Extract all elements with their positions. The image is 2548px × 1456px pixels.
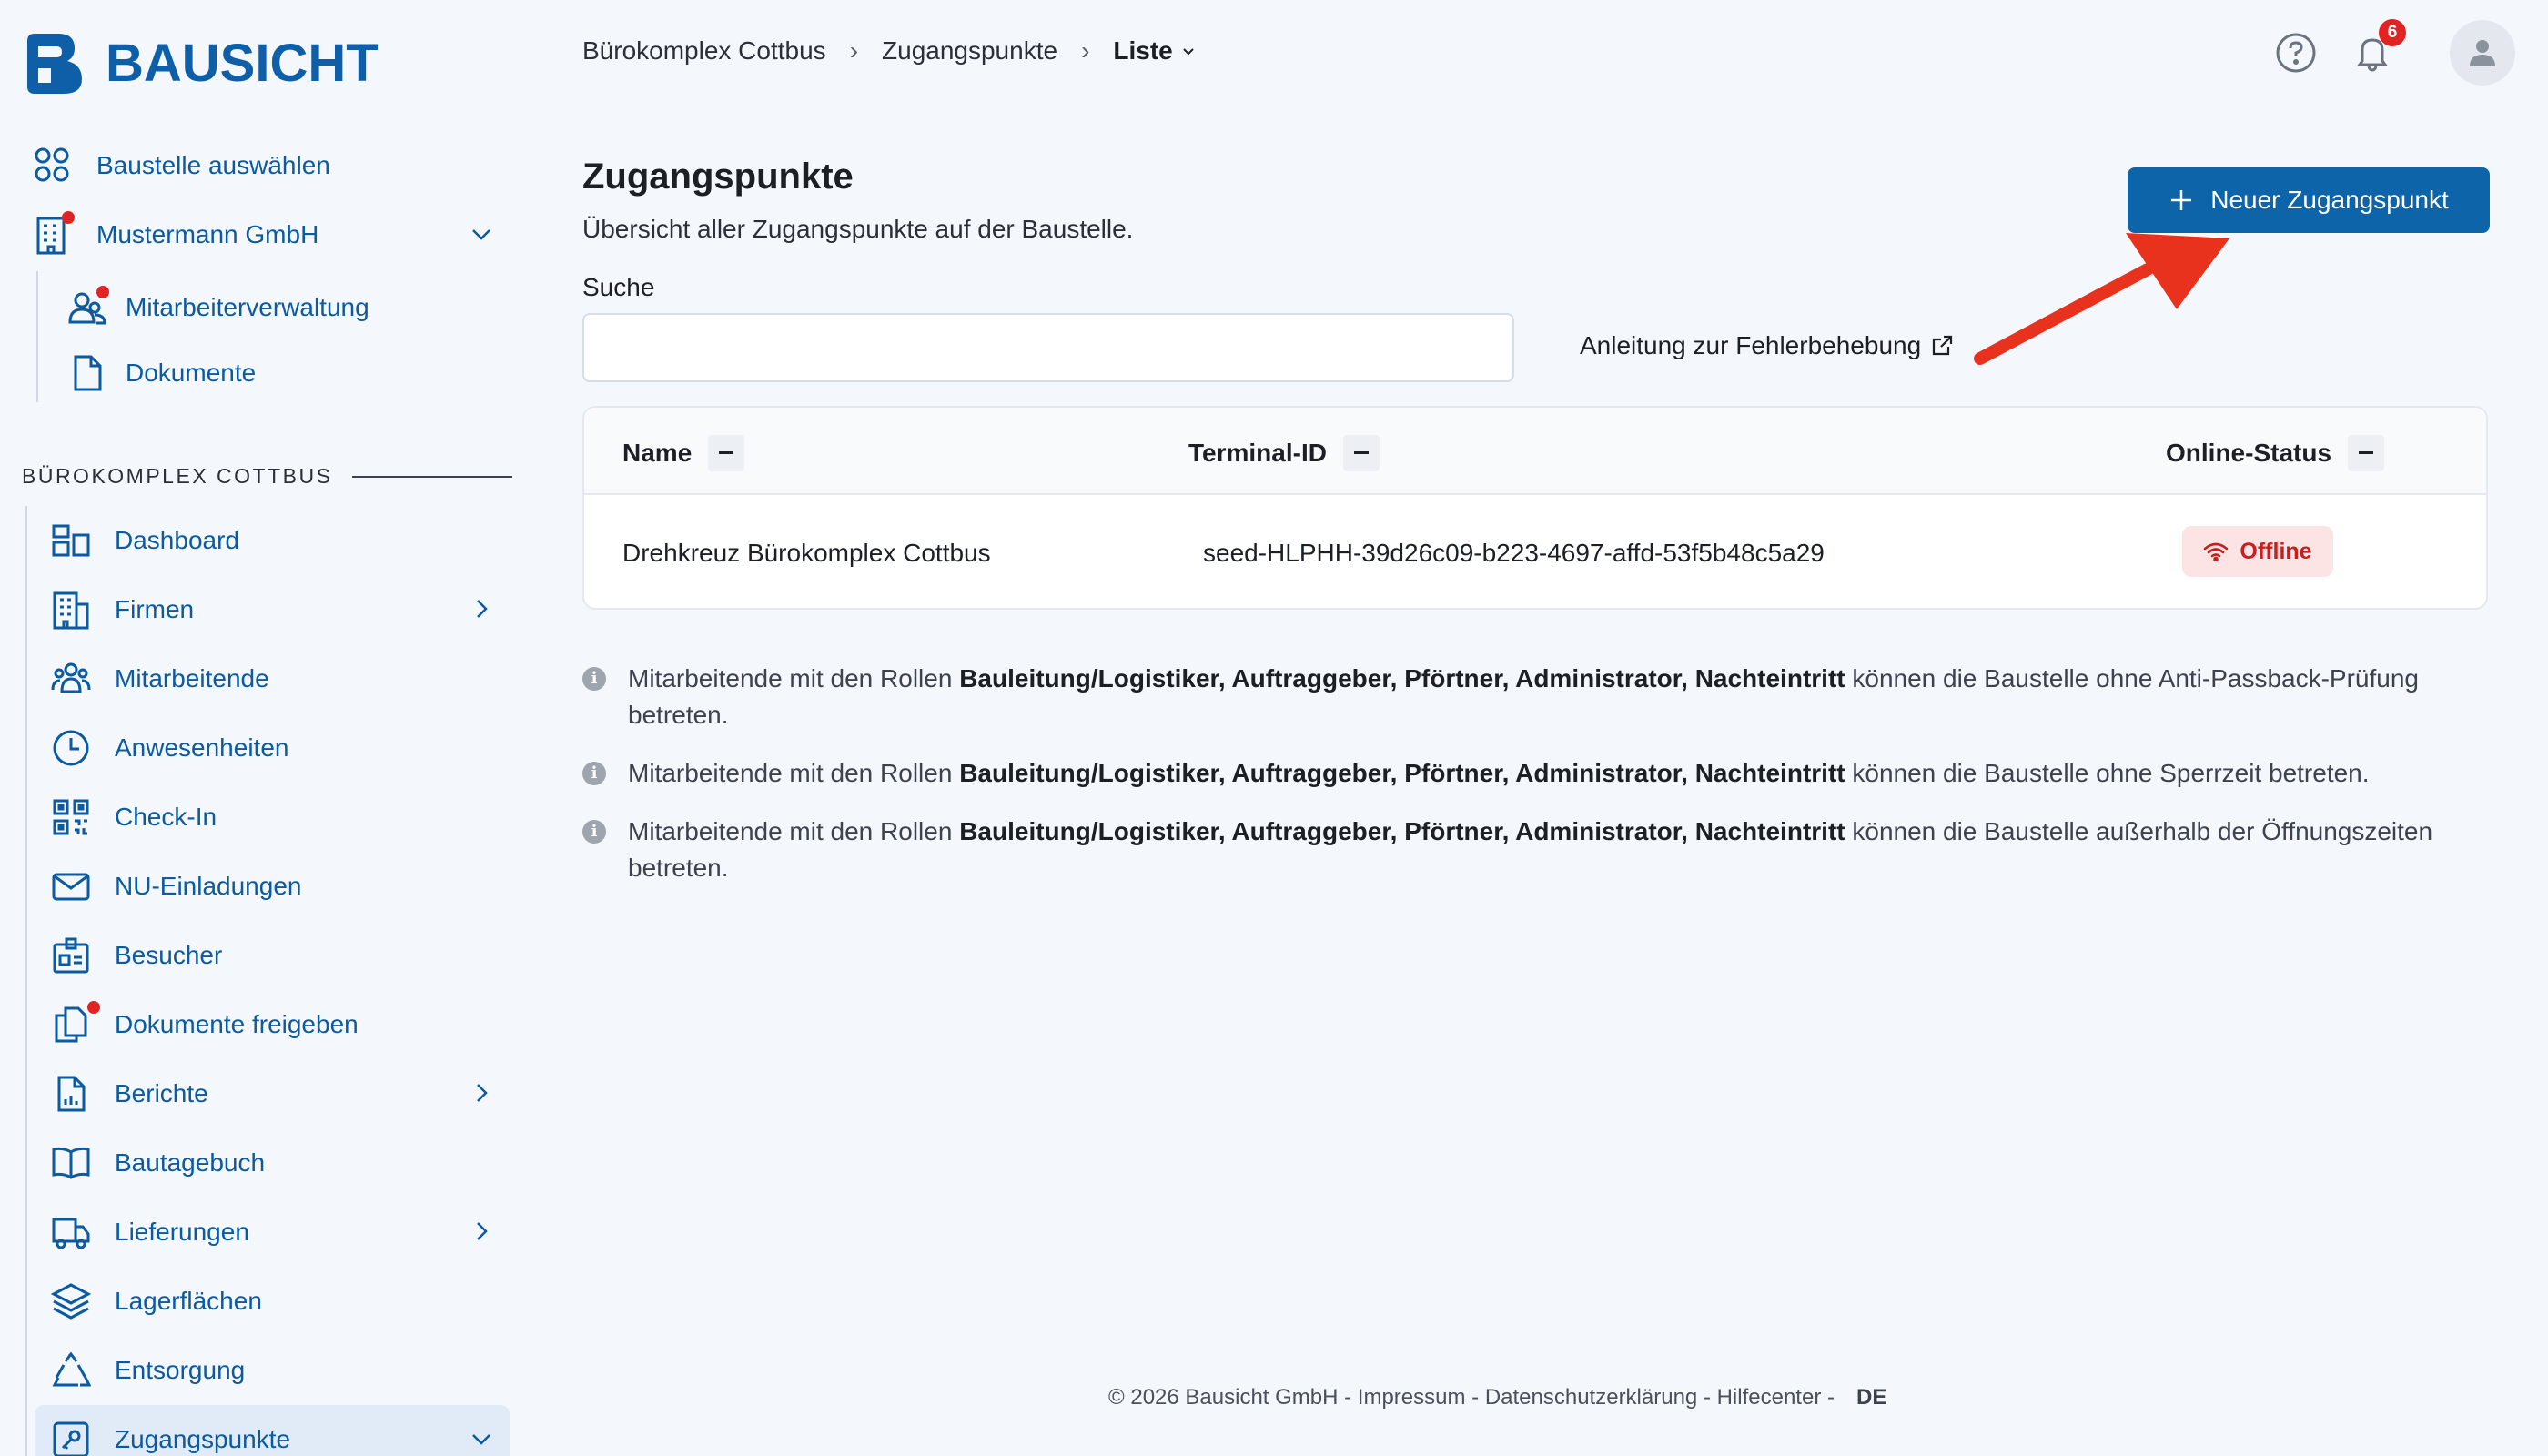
status-badge: Offline [2182,526,2333,577]
sidebar-item-mitarbeitende[interactable]: Mitarbeitende [51,650,269,708]
annotation-arrow [1974,233,2230,365]
building-icon [33,211,75,255]
minus-icon [1353,451,1369,454]
sidebar-item-baustelle-auswaehlen[interactable]: Baustelle auswählen [33,136,330,195]
troubleshooting-guide-link[interactable]: Anleitung zur Fehlerbehebung [1580,331,1954,360]
external-link-icon [1933,335,1953,356]
people-group-icon [51,659,91,699]
chevron-right-icon: › [1081,36,1090,65]
section-rail [25,506,27,1456]
breadcrumb-item-zugangspunkte[interactable]: Zugangspunkte [882,36,1057,66]
cell-name: Drehkreuz Bürokomplex Cottbus [622,539,991,567]
office-building-icon [51,590,91,630]
sidebar-item-zugangspunkte[interactable]: Zugangspunkte [51,1410,493,1456]
chevron-down-icon[interactable] [470,222,493,246]
key-icon [51,1420,91,1456]
avatar[interactable] [2450,20,2515,86]
chevron-right-icon[interactable] [470,1081,493,1105]
info-note: i Mitarbeitende mit den Rollen Bauleitun… [582,661,2493,733]
qr-code-icon [51,797,91,837]
wifi-icon [2204,542,2229,561]
column-sort-button[interactable] [708,435,745,471]
users-icon [67,286,109,328]
clock-icon [51,728,91,768]
book-icon [51,1143,91,1183]
search-input[interactable] [582,313,1514,382]
footer: © 2026 Bausicht GmbH - Impressum - Daten… [1108,1385,1886,1410]
sidebar-item-berichte[interactable]: Berichte [51,1065,493,1123]
footer-links[interactable]: © 2026 Bausicht GmbH - Impressum - Daten… [1108,1385,1835,1410]
envelope-icon [51,866,91,906]
breadcrumb-current-dropdown[interactable]: Liste [1113,36,1196,66]
dashboard-icon [51,521,91,561]
sidebar-item-dokumente[interactable]: Dokumente [67,344,256,402]
page-title: Zugangspunkte [582,157,854,197]
notification-dot [87,1001,100,1014]
sidebar-item-dokumente-freigeben[interactable]: Dokumente freigeben [51,996,359,1054]
sidebar-item-bautagebuch[interactable]: Bautagebuch [51,1134,265,1192]
chevron-right-icon: › [849,36,859,65]
sidebar-item-entsorgung[interactable]: Entsorgung [51,1341,245,1400]
notifications-button[interactable]: 6 [2351,19,2406,74]
bausicht-logo-icon [27,33,82,94]
documents-icon [51,1001,100,1045]
info-icon: i [582,667,606,691]
info-icon: i [582,762,606,785]
sub-nav-rail [36,271,38,402]
section-divider [352,475,513,478]
sidebar-item-besucher[interactable]: Besucher [51,926,222,985]
user-icon [2470,40,2495,66]
recycle-icon [51,1350,91,1390]
layers-icon [51,1281,91,1321]
column-sort-button[interactable] [2348,435,2385,471]
sidebar-item-lieferungen[interactable]: Lieferungen [51,1203,493,1261]
sidebar: BAUSICHT Baustelle auswählen Mustermann … [0,0,521,1456]
notification-count-badge: 6 [2379,19,2406,46]
new-access-point-button[interactable]: Neuer Zugangspunkt [2128,167,2490,233]
sidebar-item-mustermann-gmbh[interactable]: Mustermann GmbH [33,206,493,264]
info-note: i Mitarbeitende mit den Rollen Bauleitun… [582,755,2493,792]
notification-dot [62,211,75,224]
page-subtitle: Übersicht aller Zugangspunkte auf der Ba… [582,215,1134,243]
access-points-table: Name Terminal-ID Online-Status Drehkreuz… [582,406,2488,610]
chevron-right-icon[interactable] [470,597,493,621]
minus-icon [719,451,734,454]
sidebar-item-nu-einladungen[interactable]: NU-Einladungen [51,857,301,915]
column-header-name[interactable]: Name [622,435,745,471]
report-icon [51,1074,91,1114]
notification-dot [96,286,109,298]
column-header-terminal-id[interactable]: Terminal-ID [1188,435,1380,471]
topbar-actions: 6 [2275,19,2515,86]
table-header: Name Terminal-ID Online-Status [584,408,2486,495]
minus-icon [2359,451,2374,454]
brand-logo[interactable]: BAUSICHT [27,33,379,94]
info-note: i Mitarbeitende mit den Rollen Bauleitun… [582,814,2493,886]
sidebar-item-anwesenheiten[interactable]: Anwesenheiten [51,719,288,777]
column-sort-button[interactable] [1342,435,1380,471]
sidebar-item-dashboard[interactable]: Dashboard [51,511,239,570]
info-icon: i [582,820,606,844]
truck-icon [51,1212,91,1252]
brand-name: BAUSICHT [106,34,379,93]
search-label: Suche [582,273,655,301]
breadcrumb: Bürokomplex Cottbus › Zugangspunkte › Li… [582,36,1197,66]
chevron-down-icon [1183,48,1194,56]
sidebar-section-title: BÜROKOMPLEX COTTBUS [22,464,513,489]
language-switcher[interactable]: DE [1856,1385,1886,1410]
chevron-right-icon[interactable] [470,1219,493,1243]
sidebar-item-mitarbeiterverwaltung[interactable]: Mitarbeiterverwaltung [67,278,369,337]
chevron-down-icon[interactable] [470,1427,493,1451]
cell-terminal-id: seed-HLPHH-39d26c09-b223-4697-affd-53f5b… [1203,539,1825,567]
plus-icon [2171,190,2192,210]
id-badge-icon [51,935,91,976]
document-icon [67,353,107,393]
sidebar-item-lagerflaechen[interactable]: Lagerflächen [51,1272,262,1330]
grid-icon [33,146,73,186]
sidebar-item-firmen[interactable]: Firmen [51,581,493,639]
help-icon[interactable] [2275,32,2317,74]
column-header-online-status[interactable]: Online-Status [2166,435,2385,471]
breadcrumb-item-baustelle[interactable]: Bürokomplex Cottbus [582,36,826,66]
sidebar-item-check-in[interactable]: Check-In [51,788,217,846]
